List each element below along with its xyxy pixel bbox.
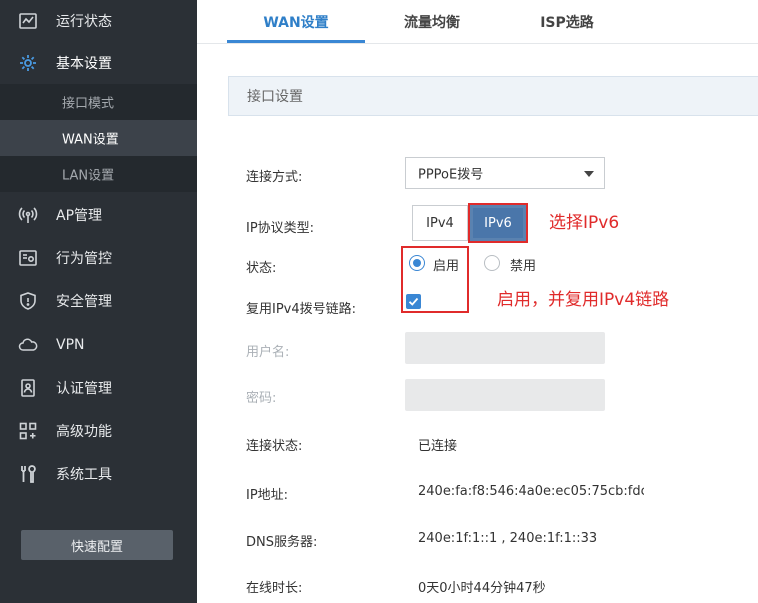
sidebar-item-label: AP管理 — [56, 208, 103, 224]
annotation-select-ipv6: 选择IPv6 — [549, 213, 620, 233]
sidebar-subitem-lan-settings[interactable]: LAN设置 — [0, 156, 197, 192]
sidebar-item-behavior-control[interactable]: 行为管控 — [0, 237, 197, 279]
dns-server-value: 240e:1f:1::1 , 240e:1f:1::33 — [418, 531, 598, 546]
ip-address-label: IP地址: — [246, 488, 289, 503]
username-input[interactable] — [405, 332, 605, 364]
sidebar-subitem-label: 接口模式 — [62, 96, 115, 112]
connection-method-label: 连接方式: — [246, 170, 303, 185]
sidebar-subitem-label: LAN设置 — [62, 168, 115, 184]
grid-icon — [18, 421, 38, 441]
wireless-ap-icon — [18, 205, 38, 225]
gear-icon — [18, 53, 38, 73]
tools-icon — [18, 464, 38, 484]
vpn-cloud-icon — [18, 335, 38, 355]
sidebar-item-label: 认证管理 — [56, 381, 112, 397]
dns-server-label: DNS服务器: — [246, 535, 318, 550]
sidebar: 运行状态 基本设置 接口模式 WAN设置 LAN设置 AP管理 行为管控 安全管… — [0, 0, 197, 603]
sidebar-subitem-wan-settings[interactable]: WAN设置 — [0, 120, 197, 156]
ip-protocol-label: IP协议类型: — [246, 221, 315, 236]
sidebar-item-label: VPN — [56, 337, 85, 353]
sidebar-item-authentication[interactable]: 认证管理 — [0, 367, 197, 409]
sidebar-item-label: 高级功能 — [56, 424, 112, 440]
uptime-label: 在线时长: — [246, 581, 303, 596]
connection-status-value: 已连接 — [418, 439, 458, 454]
behavior-control-icon — [18, 248, 38, 268]
uptime-value: 0天0小时44分钟47秒 — [418, 581, 546, 596]
connection-method-value: PPPoE拨号 — [418, 167, 484, 183]
status-disable-label: 禁用 — [510, 259, 537, 274]
password-input[interactable] — [405, 379, 605, 411]
monitor-icon — [18, 11, 38, 31]
sidebar-subitem-label: WAN设置 — [62, 132, 119, 148]
quick-config-button[interactable]: 快速配置 — [21, 530, 173, 560]
sidebar-item-label: 运行状态 — [56, 14, 112, 30]
sidebar-item-status[interactable]: 运行状态 — [0, 0, 197, 42]
chevron-down-icon — [584, 171, 594, 177]
sidebar-item-label: 系统工具 — [56, 467, 112, 483]
sidebar-subitem-interface-mode[interactable]: 接口模式 — [0, 84, 197, 120]
section-header: 接口设置 — [228, 76, 758, 116]
sidebar-item-system-tools[interactable]: 系统工具 — [0, 453, 197, 495]
sidebar-item-label: 安全管理 — [56, 294, 112, 310]
ip-address-value: 240e:fa:f8:546:4a0e:ec05:75cb:fdc6 — [418, 484, 644, 499]
sidebar-item-label: 基本设置 — [56, 56, 112, 72]
connection-status-label: 连接状态: — [246, 439, 303, 454]
password-label: 密码: — [246, 391, 277, 406]
active-tab-indicator — [227, 40, 365, 43]
tab-isp-routing[interactable]: ISP选路 — [502, 0, 632, 44]
annotation-enable-reuse: 启用，并复用IPv4链路 — [497, 290, 670, 310]
id-card-icon — [18, 378, 38, 398]
reuse-ipv4-label: 复用IPv4拨号链路: — [246, 302, 357, 317]
status-label: 状态: — [246, 261, 277, 276]
ipv6-button-label: IPv6 — [484, 215, 512, 231]
shield-icon — [18, 291, 38, 311]
section-title: 接口设置 — [247, 89, 303, 105]
sidebar-item-label: 行为管控 — [56, 251, 112, 267]
sidebar-item-advanced[interactable]: 高级功能 — [0, 410, 197, 452]
tab-traffic-balance[interactable]: 流量均衡 — [367, 0, 497, 44]
sidebar-item-ap-management[interactable]: AP管理 — [0, 194, 197, 236]
username-label: 用户名: — [246, 345, 290, 360]
sidebar-item-security[interactable]: 安全管理 — [0, 280, 197, 322]
connection-method-select[interactable]: PPPoE拨号 — [405, 157, 605, 189]
sidebar-item-basic-settings[interactable]: 基本设置 — [0, 42, 197, 84]
ip-protocol-ipv4-button[interactable]: IPv4 — [412, 205, 468, 241]
highlight-box — [401, 246, 469, 313]
status-disable-radio[interactable] — [484, 255, 500, 271]
tab-bar: WAN设置 流量均衡 ISP选路 — [197, 0, 758, 44]
ip-protocol-ipv6-button[interactable]: IPv6 — [468, 203, 528, 243]
tab-wan-settings[interactable]: WAN设置 — [227, 0, 365, 44]
sidebar-item-vpn[interactable]: VPN — [0, 324, 197, 366]
